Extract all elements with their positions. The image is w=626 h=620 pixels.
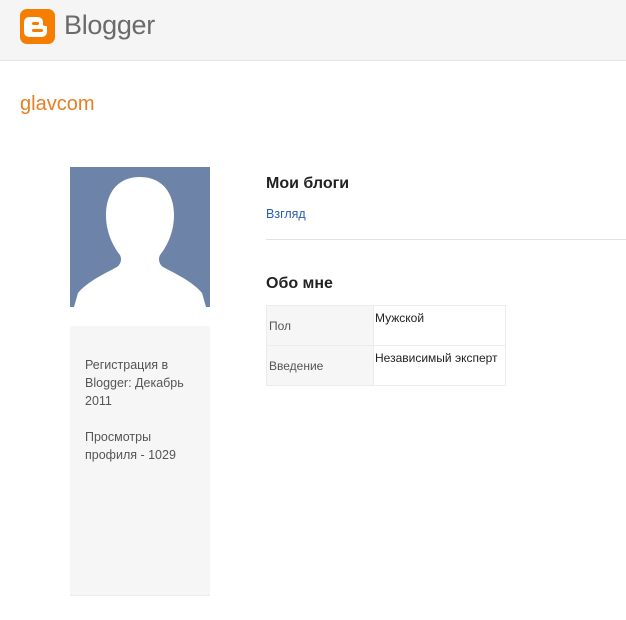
profile-views: Просмотры профиля - 1029 <box>85 430 176 462</box>
blogger-logo-icon[interactable] <box>20 9 55 44</box>
table-row: Пол Мужской <box>266 305 506 346</box>
about-value-intro: Независимый эксперт <box>373 345 506 386</box>
top-bar: Blogger <box>0 0 626 61</box>
about-me-table: Пол Мужской Введение Независимый эксперт <box>266 305 506 386</box>
blog-link-vzglyad[interactable]: Взгляд <box>266 207 306 221</box>
brand-name[interactable]: Blogger <box>64 10 155 41</box>
default-avatar-silhouette-icon <box>74 177 206 307</box>
about-me-title: Обо мне <box>266 275 333 292</box>
about-key-intro: Введение <box>266 345 374 386</box>
section-divider <box>266 239 626 240</box>
table-row: Введение Независимый эксперт <box>266 345 506 386</box>
profile-stats-card: Регистрация в Blogger: Декабрь 2011 Прос… <box>70 326 210 596</box>
profile-username: glavcom <box>20 93 95 115</box>
profile-avatar <box>70 167 210 307</box>
about-key-gender: Пол <box>266 305 374 346</box>
about-value-gender: Мужской <box>373 305 506 346</box>
registration-date: Регистрация в Blogger: Декабрь 2011 <box>85 358 184 408</box>
my-blogs-title: Мои блоги <box>266 175 350 192</box>
